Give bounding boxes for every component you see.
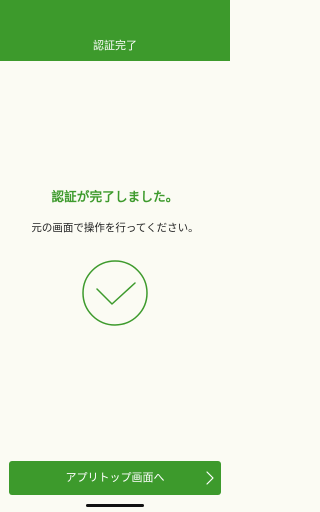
completion-heading: 認証が完了しました。 — [51, 189, 179, 204]
app-top-button[interactable]: アプリトップ画面へ — [9, 461, 221, 495]
check-circle-icon — [82, 260, 148, 326]
chevron-right-icon — [206, 471, 214, 485]
auth-complete-screen: 認証完了 認証が完了しました。 元の画面で操作を行ってください。 アプリトップ画… — [0, 0, 230, 512]
app-top-button-label: アプリトップ画面へ — [65, 471, 165, 484]
page-title: 認証完了 — [93, 39, 137, 52]
header-bar: 認証完了 — [0, 0, 230, 61]
home-indicator — [86, 504, 144, 507]
completion-message: 元の画面で操作を行ってください。 — [31, 222, 199, 234]
